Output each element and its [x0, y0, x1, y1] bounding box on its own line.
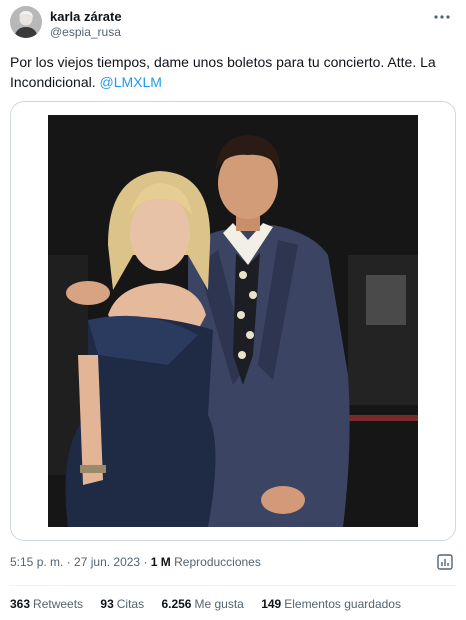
stat-count: 149 — [261, 597, 282, 611]
tweet-time[interactable]: 5:15 p. m. — [10, 555, 63, 569]
tweet-text: Por los viejos tiempos, dame unos boleto… — [10, 52, 450, 92]
more-dots-icon — [434, 15, 450, 19]
stat-count: 363 — [10, 597, 31, 611]
tweet-stats: 363 Retweets 93 Citas 6.256 Me gusta 149 Ele… — [10, 597, 415, 611]
meta-separator: · — [140, 555, 151, 569]
more-options-button[interactable] — [432, 8, 452, 26]
author-handle[interactable]: @espia_rusa — [50, 25, 121, 39]
tweet-text-body: Por los viejos tiempos, dame unos boleto… — [10, 54, 436, 90]
tweet-media[interactable] — [10, 101, 456, 541]
analytics-button[interactable] — [436, 553, 454, 571]
divider — [10, 585, 456, 586]
stat-retweets[interactable]: 363 Retweets — [10, 597, 83, 611]
stat-label: Citas — [116, 597, 145, 611]
stat-bookmarks[interactable]: 149 Elementos guardados — [261, 597, 401, 611]
photo-image — [48, 115, 418, 527]
stat-label: Me gusta — [194, 597, 244, 611]
stat-count: 93 — [100, 597, 114, 611]
tweet-date[interactable]: 27 jun. 2023 — [74, 555, 140, 569]
views-count: 1 M — [150, 555, 171, 569]
author-display-name[interactable]: karla zárate — [50, 9, 122, 24]
tweet-photo[interactable] — [48, 115, 418, 527]
mention-link[interactable]: @LMXLM — [100, 74, 162, 90]
analytics-icon — [437, 554, 453, 570]
stat-likes[interactable]: 6.256 Me gusta — [161, 597, 243, 611]
tweet-header: karla zárate @espia_rusa — [10, 6, 456, 44]
stat-quotes[interactable]: 93 Citas — [100, 597, 144, 611]
user-avatar-icon — [10, 6, 42, 38]
stat-label: Elementos guardados — [284, 597, 401, 611]
stat-count: 6.256 — [161, 597, 192, 611]
stat-label: Retweets — [33, 597, 84, 611]
meta-separator: · — [63, 555, 75, 569]
tweet-meta: 5:15 p. m. · 27 jun. 2023 · 1 M Reproduc… — [10, 555, 261, 569]
avatar[interactable] — [10, 6, 42, 38]
views-label: Reproducciones — [174, 555, 261, 569]
